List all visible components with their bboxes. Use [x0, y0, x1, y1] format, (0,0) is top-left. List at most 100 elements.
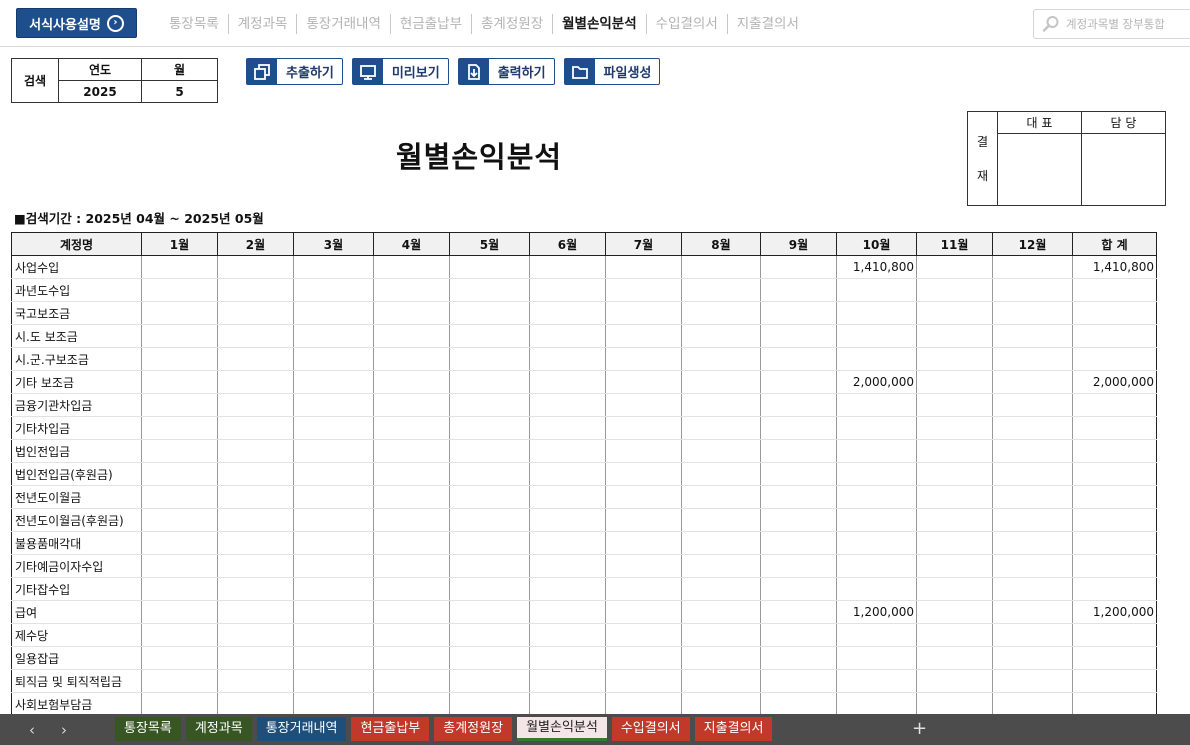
month-value-cell[interactable]: [529, 370, 606, 394]
month-value-cell[interactable]: [760, 462, 837, 486]
month-value-cell[interactable]: [373, 669, 450, 693]
month-value-cell[interactable]: [681, 554, 761, 578]
month-value-cell[interactable]: [141, 646, 218, 670]
total-cell[interactable]: [1072, 646, 1157, 670]
month-value-cell[interactable]: [760, 600, 837, 624]
extract-button[interactable]: 추출하기: [246, 58, 343, 85]
month-value-cell[interactable]: [681, 370, 761, 394]
month-value-cell[interactable]: [293, 393, 374, 417]
month-value-cell[interactable]: [836, 416, 917, 440]
month-value-cell[interactable]: [760, 416, 837, 440]
month-value-cell[interactable]: [141, 600, 218, 624]
total-cell[interactable]: 2,000,000: [1072, 370, 1157, 394]
month-value-cell[interactable]: [217, 531, 294, 555]
month-value-cell[interactable]: [373, 370, 450, 394]
nav-tab[interactable]: 현금출납부: [391, 14, 473, 34]
month-value-cell[interactable]: [217, 462, 294, 486]
month-value-cell[interactable]: [916, 669, 993, 693]
account-name-cell[interactable]: 전년도이월금(후원금): [11, 508, 142, 532]
month-value-cell[interactable]: [916, 393, 993, 417]
account-name-cell[interactable]: 과년도수입: [11, 278, 142, 302]
month-value-cell[interactable]: [293, 692, 374, 716]
month-value-cell[interactable]: [760, 669, 837, 693]
month-value-cell[interactable]: [449, 324, 530, 348]
month-value-cell[interactable]: [760, 347, 837, 371]
sheet-next-icon[interactable]: ›: [48, 721, 80, 739]
month-value-cell[interactable]: [760, 646, 837, 670]
month-value-cell[interactable]: [681, 577, 761, 601]
month-value-cell[interactable]: [760, 439, 837, 463]
month-value-cell[interactable]: [141, 278, 218, 302]
total-cell[interactable]: [1072, 531, 1157, 555]
account-name-cell[interactable]: 기타잡수입: [11, 577, 142, 601]
month-value-cell[interactable]: [760, 301, 837, 325]
month-value-cell[interactable]: [373, 531, 450, 555]
month-value-cell[interactable]: [529, 623, 606, 647]
month-value-cell[interactable]: [605, 646, 682, 670]
month-value-cell[interactable]: [992, 416, 1073, 440]
month-value-cell[interactable]: [916, 255, 993, 279]
month-value-cell[interactable]: [373, 577, 450, 601]
nav-tab[interactable]: 월별손익분석: [553, 14, 647, 34]
month-value-cell[interactable]: [681, 531, 761, 555]
month-value-cell[interactable]: [916, 301, 993, 325]
total-cell[interactable]: 1,200,000: [1072, 600, 1157, 624]
month-value-cell[interactable]: [836, 623, 917, 647]
total-cell[interactable]: [1072, 462, 1157, 486]
month-value-cell[interactable]: [992, 462, 1073, 486]
month-value-cell[interactable]: [141, 301, 218, 325]
nav-tab[interactable]: 수입결의서: [647, 14, 728, 34]
month-value-cell[interactable]: [529, 278, 606, 302]
account-name-cell[interactable]: 불용품매각대: [11, 531, 142, 555]
month-value-cell[interactable]: [449, 531, 530, 555]
total-cell[interactable]: [1072, 692, 1157, 716]
month-value-cell[interactable]: [916, 577, 993, 601]
month-value-cell[interactable]: [293, 531, 374, 555]
sheet-tab[interactable]: 수입결의서: [611, 717, 690, 741]
month-value-cell[interactable]: [916, 623, 993, 647]
sheet-prev-icon[interactable]: ‹: [16, 721, 48, 739]
account-name-cell[interactable]: 기타 보조금: [11, 370, 142, 394]
month-value-cell[interactable]: [373, 301, 450, 325]
month-value-cell[interactable]: [992, 347, 1073, 371]
total-cell[interactable]: [1072, 393, 1157, 417]
account-name-cell[interactable]: 급여: [11, 600, 142, 624]
month-value-cell[interactable]: [605, 577, 682, 601]
month-value-cell[interactable]: [293, 623, 374, 647]
month-value-cell[interactable]: [681, 255, 761, 279]
month-value-cell[interactable]: [217, 508, 294, 532]
month-value-cell[interactable]: [681, 623, 761, 647]
month-value-cell[interactable]: [449, 554, 530, 578]
month-value-cell[interactable]: [141, 255, 218, 279]
approval-ceo-sign[interactable]: [997, 133, 1082, 206]
month-value-cell[interactable]: [760, 508, 837, 532]
month-value-cell[interactable]: [916, 324, 993, 348]
month-value-cell[interactable]: [141, 577, 218, 601]
total-cell[interactable]: [1072, 485, 1157, 509]
month-value-cell[interactable]: [449, 600, 530, 624]
account-name-cell[interactable]: 기타차입금: [11, 416, 142, 440]
month-value-cell[interactable]: [141, 485, 218, 509]
month-value-cell[interactable]: [373, 462, 450, 486]
month-value-cell[interactable]: [293, 646, 374, 670]
month-value-cell[interactable]: [992, 439, 1073, 463]
month-value-cell[interactable]: [141, 623, 218, 647]
month-value-cell[interactable]: [992, 393, 1073, 417]
month-value-cell[interactable]: [605, 370, 682, 394]
sheet-tab[interactable]: 지출결의서: [694, 717, 773, 741]
month-value-cell[interactable]: [836, 347, 917, 371]
month-value-cell[interactable]: [681, 278, 761, 302]
month-value-cell[interactable]: [681, 301, 761, 325]
month-value-cell[interactable]: [293, 462, 374, 486]
account-name-cell[interactable]: 사회보험부담금: [11, 692, 142, 716]
month-value-cell[interactable]: 2,000,000: [836, 370, 917, 394]
month-value-cell[interactable]: [141, 324, 218, 348]
month-value-cell[interactable]: [992, 554, 1073, 578]
month-value-cell[interactable]: [605, 531, 682, 555]
month-value-cell[interactable]: [529, 508, 606, 532]
month-value-cell[interactable]: [529, 531, 606, 555]
month-value-cell[interactable]: [992, 669, 1073, 693]
month-value-cell[interactable]: [836, 324, 917, 348]
month-value-cell[interactable]: [529, 577, 606, 601]
month-value-cell[interactable]: [529, 301, 606, 325]
